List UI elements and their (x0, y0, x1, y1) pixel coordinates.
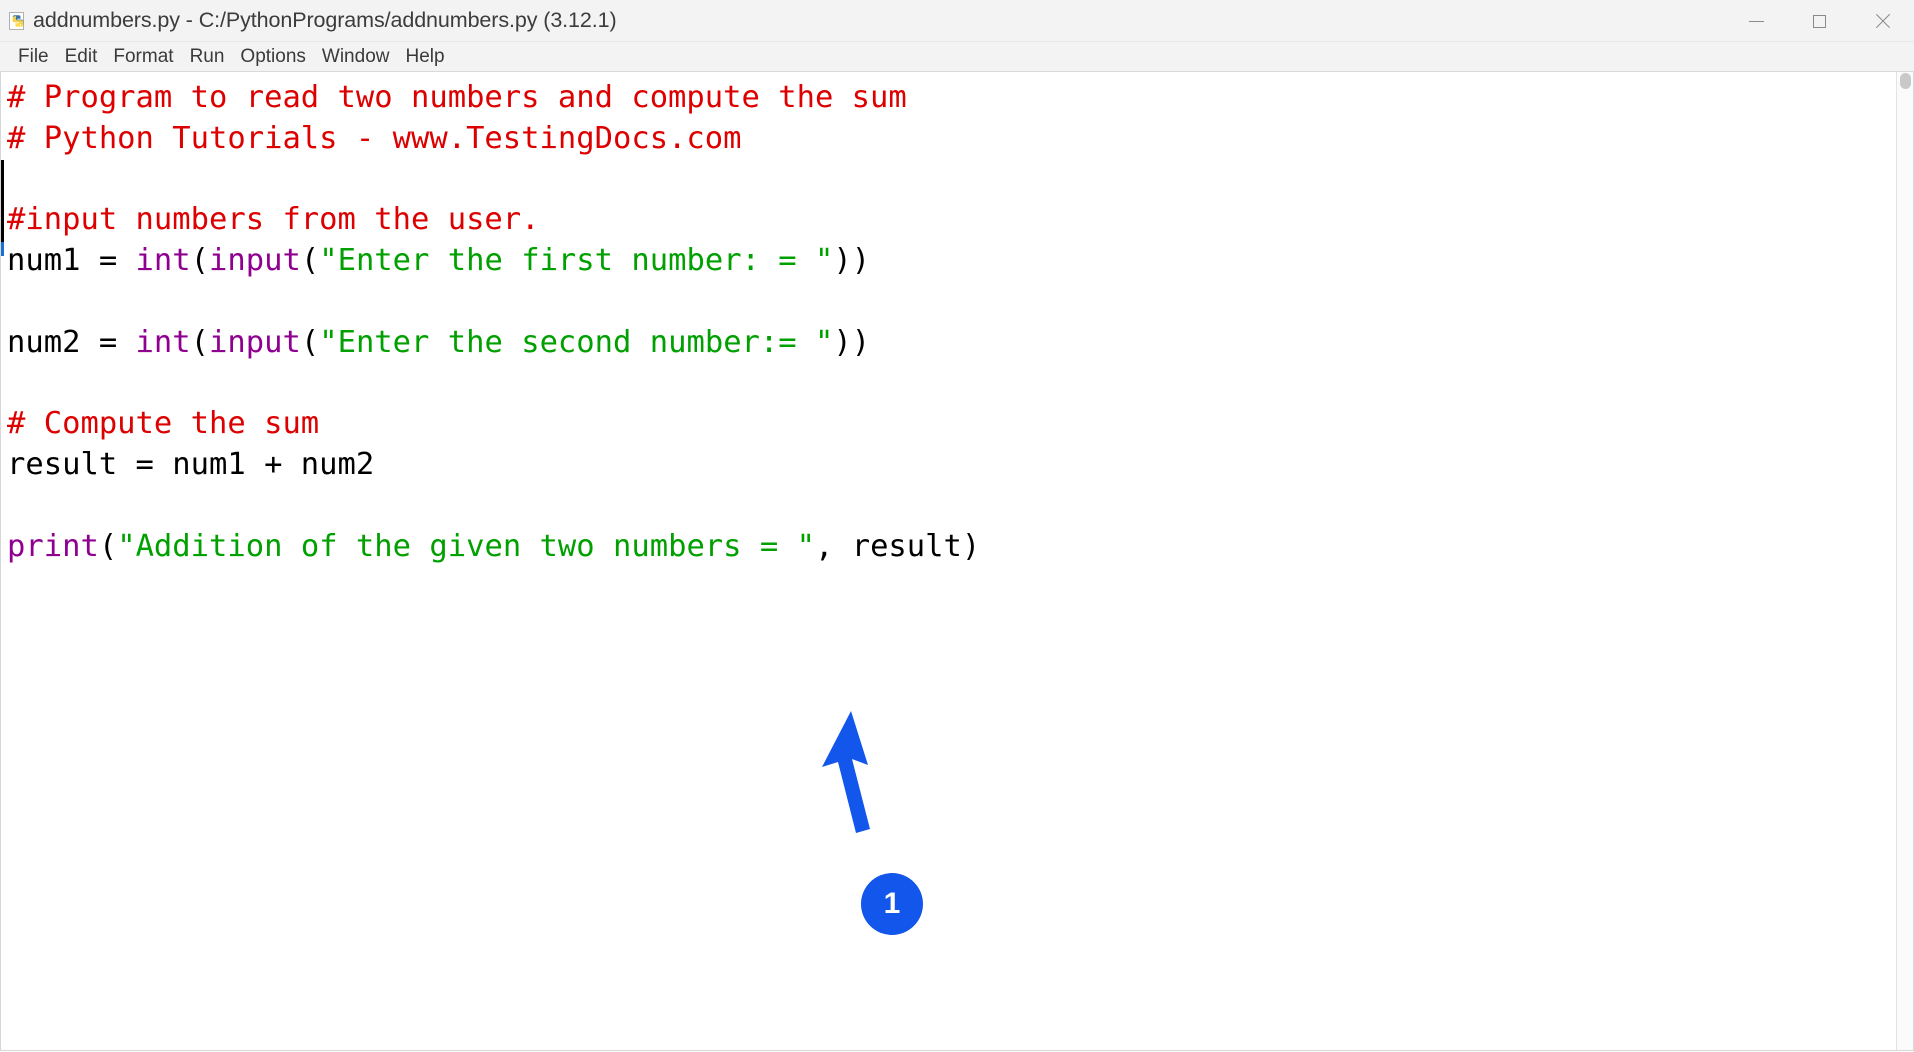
window-controls (1725, 0, 1914, 42)
code-token-comment: # Program to read two numbers and comput… (7, 80, 907, 115)
minimize-icon (1749, 20, 1764, 22)
code-line[interactable] (7, 486, 1896, 527)
code-token-comment: # Python Tutorials - www.TestingDocs.com (7, 120, 742, 156)
maximize-icon (1813, 14, 1826, 28)
close-icon (1875, 13, 1891, 29)
code-token-plain: num1 = (7, 243, 136, 279)
idle-editor-window: addnumbers.py - C:/PythonPrograms/addnum… (0, 0, 1914, 1052)
code-token-string: "Enter the first number: = " (319, 243, 834, 279)
code-token-string: "Addition of the given two numbers = " (117, 528, 815, 564)
code-token-plain: ( (98, 528, 118, 564)
menu-item-window[interactable]: Window (314, 42, 398, 72)
menu-item-format[interactable]: Format (105, 42, 181, 72)
close-button[interactable] (1851, 0, 1914, 42)
code-token-builtin: input (209, 243, 301, 279)
menu-item-edit[interactable]: Edit (57, 42, 106, 72)
editor-container: # Program to read two numbers and comput… (0, 72, 1914, 1051)
code-line[interactable]: num2 = int(input("Enter the second numbe… (7, 323, 1896, 364)
menu-item-file[interactable]: File (10, 42, 57, 72)
code-token-comment: # Compute the sum (7, 406, 320, 442)
code-line[interactable] (7, 282, 1896, 323)
code-line[interactable]: # Program to read two numbers and comput… (7, 78, 1896, 119)
code-line[interactable]: num1 = int(input("Enter the first number… (7, 241, 1896, 282)
code-line[interactable] (7, 160, 1896, 201)
python-file-icon (9, 12, 27, 30)
code-token-plain: )) (833, 324, 871, 360)
code-token-plain: ( (190, 324, 210, 360)
code-token-plain: )) (833, 243, 871, 279)
code-token-string: "Enter the second number:= " (319, 324, 834, 360)
title-bar-left: addnumbers.py - C:/PythonPrograms/addnum… (0, 0, 617, 41)
text-cursor-bar (1, 160, 4, 242)
code-token-plain: ( (300, 324, 320, 360)
code-line[interactable]: #input numbers from the user. (7, 200, 1896, 241)
vertical-scrollbar-thumb[interactable] (1900, 73, 1911, 89)
menu-bar: File Edit Format Run Options Window Help (0, 42, 1914, 72)
code-token-plain: , result) (814, 528, 981, 564)
code-line[interactable] (7, 364, 1896, 405)
code-token-plain: result = num1 + num2 (7, 447, 375, 483)
code-token-comment: #input numbers from the user. (7, 202, 540, 238)
code-line[interactable]: print("Addition of the given two numbers… (7, 527, 1896, 568)
code-lines[interactable]: # Program to read two numbers and comput… (7, 78, 1896, 568)
code-line[interactable]: # Compute the sum (7, 404, 1896, 445)
vertical-scrollbar[interactable] (1896, 72, 1913, 1050)
code-line[interactable]: # Python Tutorials - www.TestingDocs.com (7, 119, 1896, 160)
code-line[interactable]: result = num1 + num2 (7, 445, 1896, 486)
menu-item-help[interactable]: Help (397, 42, 452, 72)
window-title: addnumbers.py - C:/PythonPrograms/addnum… (33, 8, 617, 32)
code-token-builtin: int (135, 243, 191, 279)
text-cursor-highlight (1, 242, 4, 256)
menu-item-options[interactable]: Options (232, 42, 313, 72)
code-token-plain: ( (300, 243, 320, 279)
code-token-builtin: print (7, 528, 99, 564)
menu-item-run[interactable]: Run (182, 42, 233, 72)
code-editor[interactable]: # Program to read two numbers and comput… (1, 72, 1896, 1050)
code-token-plain: ( (190, 243, 210, 279)
minimize-button[interactable] (1725, 0, 1788, 42)
code-token-builtin: int (135, 324, 191, 360)
title-bar: addnumbers.py - C:/PythonPrograms/addnum… (0, 0, 1914, 42)
maximize-button[interactable] (1788, 0, 1851, 42)
code-token-builtin: input (209, 324, 301, 360)
code-token-plain: num2 = (7, 324, 136, 360)
